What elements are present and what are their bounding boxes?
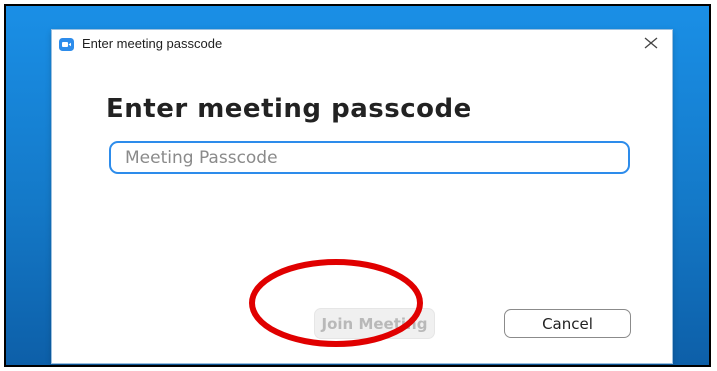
dialog-heading: Enter meeting passcode <box>106 94 472 124</box>
window-title: Enter meeting passcode <box>82 36 223 51</box>
meeting-passcode-input[interactable] <box>109 141 630 174</box>
zoom-camera-icon <box>59 38 74 51</box>
close-icon[interactable] <box>642 34 660 52</box>
passcode-dialog: Enter meeting passcode Enter meeting pas… <box>52 30 672 363</box>
join-meeting-button[interactable]: Join Meeting <box>314 308 435 339</box>
title-bar: Enter meeting passcode <box>52 30 672 58</box>
cancel-button[interactable]: Cancel <box>504 309 631 338</box>
desktop-background: Enter meeting passcode Enter meeting pas… <box>4 4 711 367</box>
